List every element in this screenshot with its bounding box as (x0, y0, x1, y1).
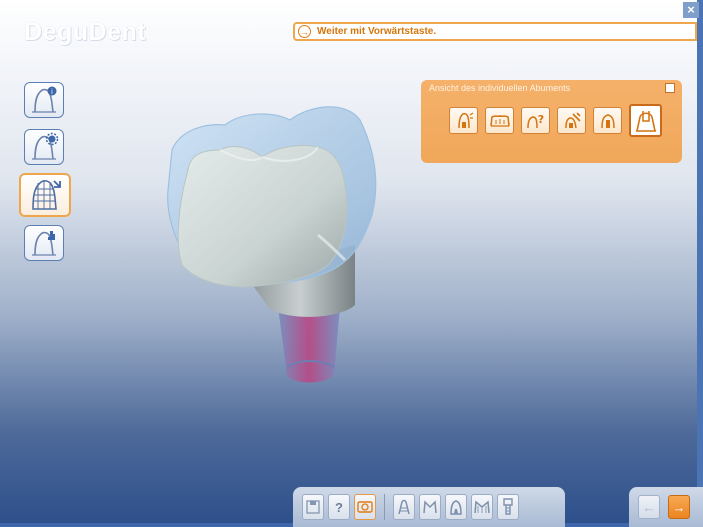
view-button-abutment-tool[interactable] (557, 107, 586, 134)
abutment-individual-icon (635, 110, 656, 132)
abutment-side-icon (457, 112, 473, 128)
tooth-hand-icon (32, 231, 56, 256)
view-m-mesh-button[interactable] (471, 494, 493, 520)
view-button-abutment-question[interactable]: ? (521, 107, 550, 134)
message-bar: → Weiter mit Vorwärtstaste. (293, 22, 697, 41)
window-close-button[interactable]: × (683, 2, 699, 18)
jaw-icon (489, 114, 510, 127)
bottom-toolbar: ? (293, 487, 565, 527)
abutment-question-icon: ? (526, 113, 544, 128)
view-crown-button[interactable] (445, 494, 467, 520)
svg-text:i: i (51, 88, 53, 96)
view-button-jaw[interactable] (485, 107, 514, 134)
arrow-right-icon: → (298, 25, 311, 38)
implant-icon (503, 498, 513, 515)
panel-title: Ansicht des individuellen Abuments (429, 83, 571, 93)
tooth-gear-icon (32, 132, 59, 160)
arrow-right-icon: → (672, 499, 686, 515)
screenshot-button[interactable] (354, 494, 376, 520)
svg-text:?: ? (537, 113, 543, 126)
abutment-tool-icon (564, 111, 581, 128)
help-button[interactable]: ? (328, 494, 350, 520)
sidebar-item-tooth-info[interactable]: i (24, 82, 64, 118)
tooth-m-mesh-icon (474, 500, 490, 514)
tooth-mesh-icon (32, 180, 61, 210)
window-frame-right (697, 0, 703, 527)
sidebar-item-tooth-edit[interactable] (24, 225, 64, 261)
tooth-info-icon: i (32, 86, 57, 113)
message-text: Weiter mit Vorwärtstaste. (317, 26, 437, 37)
view-implant-button[interactable] (497, 494, 519, 520)
view-button-abutment-front[interactable] (593, 107, 622, 134)
toolbar-separator (384, 494, 385, 520)
view-button-abutment-individual[interactable] (629, 104, 662, 137)
abutment-front-icon (600, 113, 615, 128)
arrow-left-icon: ← (642, 499, 656, 515)
save-icon (306, 500, 320, 514)
app-logo: DeguDent (24, 18, 147, 46)
forward-button[interactable]: → (668, 495, 690, 519)
view-m-button[interactable] (419, 494, 441, 520)
tooth-crown-icon (450, 500, 462, 515)
camera-icon (357, 501, 373, 513)
help-icon: ? (335, 499, 343, 515)
back-button[interactable]: ← (638, 495, 660, 519)
navigation-bar: ← → (629, 487, 703, 527)
panel-collapse-button[interactable] (665, 83, 675, 93)
tooth-m-icon (423, 500, 437, 514)
abutment-view-panel: Ansicht des individuellen Abuments ? (421, 80, 682, 163)
view-button-abutment-side[interactable] (449, 107, 478, 134)
sidebar-item-tooth-mesh[interactable] (19, 173, 71, 217)
view-a-button[interactable] (393, 494, 415, 520)
sidebar-item-tooth-settings[interactable] (24, 129, 64, 165)
save-button[interactable] (302, 494, 324, 520)
tooth-a-icon (398, 499, 410, 515)
crown-3d-view[interactable] (150, 95, 400, 395)
